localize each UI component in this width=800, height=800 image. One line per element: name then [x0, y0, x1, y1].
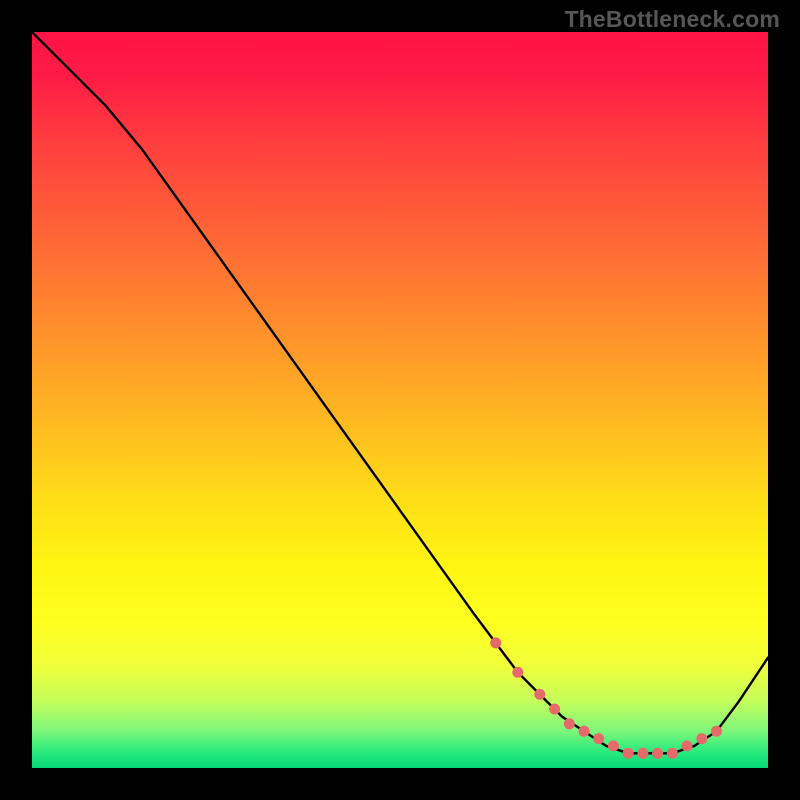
watermark-text: TheBottleneck.com [564, 6, 780, 33]
highlight-dot [608, 740, 619, 751]
highlight-dot [652, 748, 663, 759]
highlight-dot [490, 637, 501, 648]
bottleneck-curve [32, 32, 768, 753]
chart-stage: TheBottleneck.com [0, 0, 800, 800]
chart-svg [32, 32, 768, 768]
highlight-dot [549, 704, 560, 715]
highlight-dot [623, 748, 634, 759]
highlight-dot [682, 740, 693, 751]
highlight-dot [564, 718, 575, 729]
highlight-dot [512, 667, 523, 678]
highlight-dot [593, 733, 604, 744]
highlight-dot [637, 748, 648, 759]
plot-area [32, 32, 768, 768]
highlight-dot [534, 689, 545, 700]
highlight-dot [696, 733, 707, 744]
highlight-markers [490, 637, 722, 758]
highlight-dot [711, 726, 722, 737]
highlight-dot [579, 726, 590, 737]
highlight-dot [667, 748, 678, 759]
